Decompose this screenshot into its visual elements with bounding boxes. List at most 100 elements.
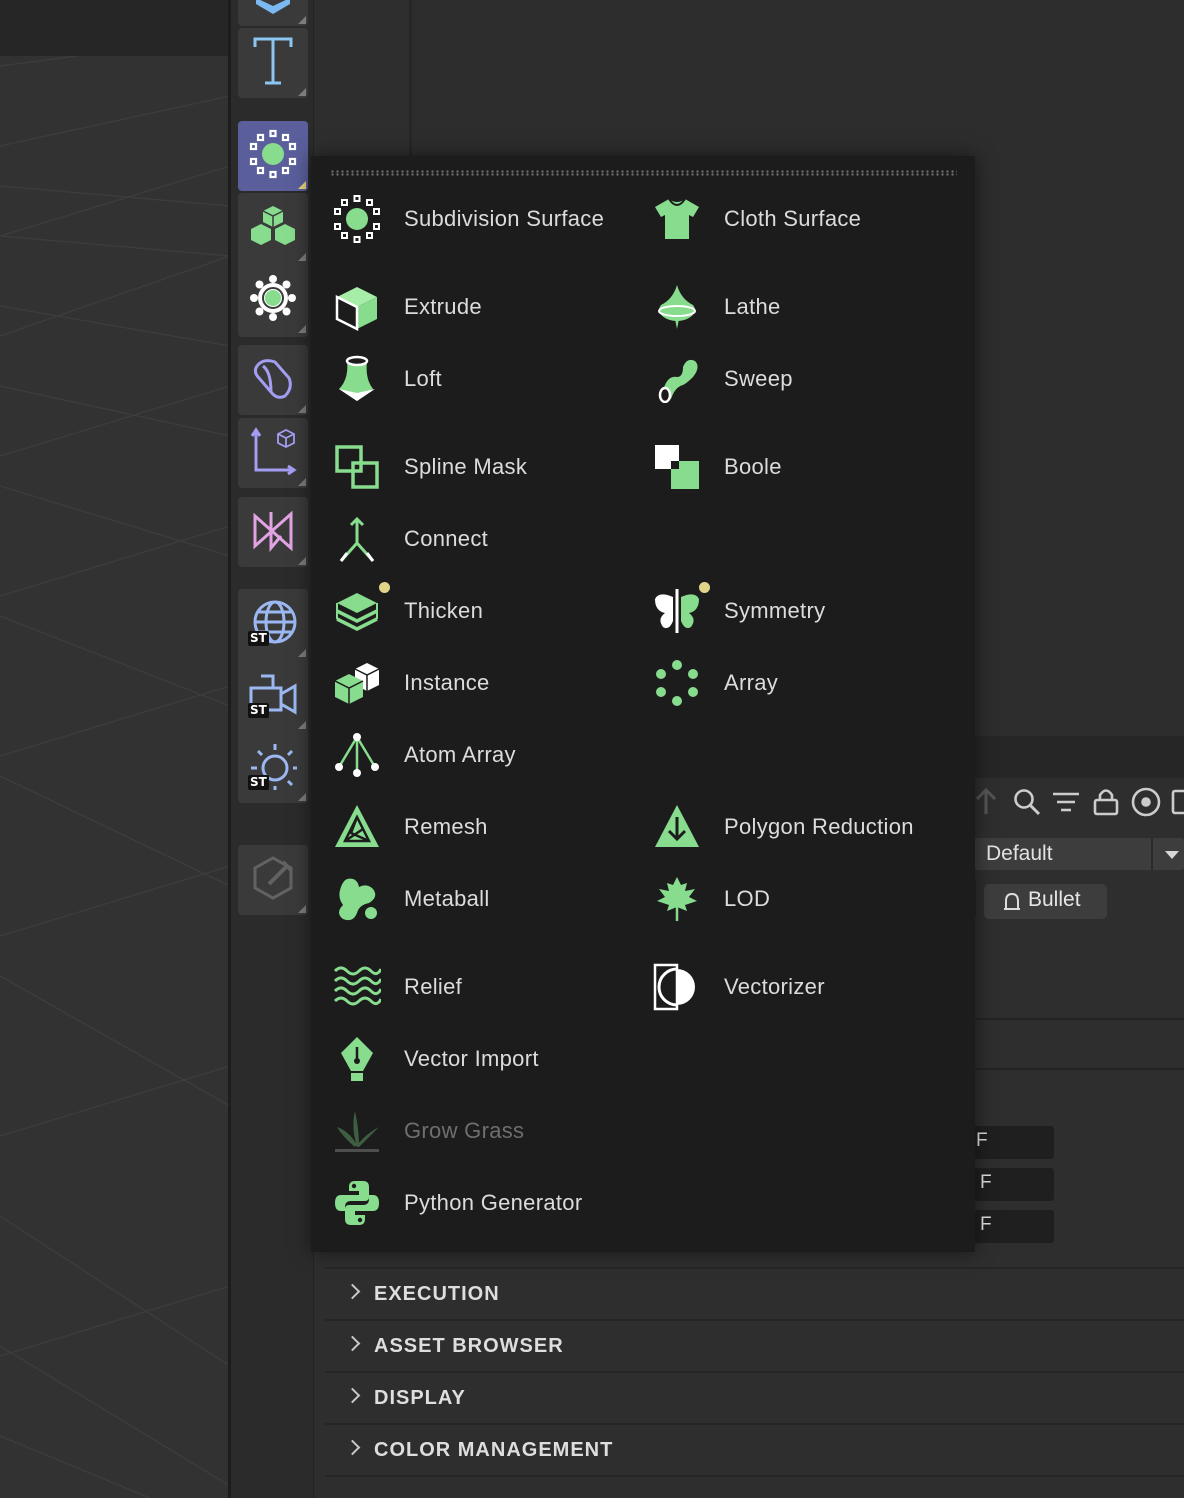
deformer-icon [249, 354, 297, 407]
f-field[interactable]: F [974, 1126, 1054, 1159]
menu-item-vector-import[interactable]: Vector Import [311, 1034, 631, 1084]
st-badge: ST [248, 631, 269, 646]
cube-icon [256, 0, 290, 21]
menu-item-lod[interactable]: LOD [631, 874, 951, 924]
st-badge: ST [248, 703, 269, 718]
grow-grass-icon [333, 1107, 381, 1155]
object-toolbar: ST ST ST [231, 0, 314, 1498]
menu-item-label: Subdivision Surface [404, 206, 605, 231]
section-execution[interactable]: EXECUTION [325, 1267, 1184, 1319]
toolbar-subdivision-surface-button[interactable] [238, 121, 308, 191]
attribute-toolbar [975, 784, 1184, 820]
bullet-tag[interactable]: Bullet [984, 884, 1107, 919]
toolbar-volume-button[interactable] [238, 497, 308, 567]
array-icon [653, 659, 701, 707]
lock-icon[interactable] [1093, 789, 1119, 816]
menu-item-metaball[interactable]: Metaball [311, 874, 631, 924]
target-icon[interactable] [1131, 787, 1161, 817]
menu-item-vectorizer[interactable]: Vectorizer [631, 962, 951, 1012]
search-icon[interactable] [1014, 789, 1041, 816]
section-display[interactable]: DISPLAY [325, 1371, 1184, 1423]
bell-icon [1002, 892, 1022, 917]
toolbar-cube-button[interactable] [238, 0, 308, 26]
menu-item-relief[interactable]: Relief [311, 962, 631, 1012]
lathe-icon [653, 283, 701, 331]
menu-item-label: Metaball [404, 886, 490, 911]
menu-item-lathe[interactable]: Lathe [631, 282, 951, 332]
toolbar-camera-button[interactable]: ST [238, 661, 308, 731]
menu-item-array[interactable]: Array [631, 658, 951, 708]
toolbar-edit-button[interactable] [238, 845, 308, 915]
menu-item-atom-array[interactable]: Atom Array [311, 730, 631, 780]
layer-dropdown[interactable]: Default [974, 838, 1184, 870]
effector-icon [249, 274, 297, 327]
divider [975, 1068, 1184, 1070]
f-field[interactable]: F [974, 1210, 1054, 1243]
menu-item-label: Symmetry [724, 598, 826, 623]
chevron-down-icon[interactable] [1165, 851, 1179, 859]
metaball-icon [333, 875, 381, 923]
f-field[interactable]: F [974, 1168, 1054, 1201]
menu-item-python-generator[interactable]: Python Generator [311, 1178, 631, 1228]
toolbar-field-button[interactable] [238, 418, 308, 488]
menu-item-spline-mask[interactable]: Spline Mask [311, 442, 631, 492]
section-label: COLOR MANAGEMENT [374, 1439, 614, 1461]
popup-drag-handle[interactable] [330, 170, 957, 176]
vectorizer-icon [653, 963, 701, 1011]
relief-icon [333, 963, 381, 1011]
symmetry-icon [653, 587, 701, 635]
menu-item-label: Polygon Reduction [724, 814, 914, 839]
filter-icon[interactable] [1053, 792, 1079, 812]
section-label: ASSET BROWSER [374, 1335, 564, 1357]
menu-item-loft[interactable]: Loft [311, 354, 631, 404]
toolbar-deformer-button[interactable] [238, 345, 308, 415]
toolbar-environment-button[interactable]: ST [238, 589, 308, 659]
menu-item-polygon-reduction[interactable]: Polygon Reduction [631, 802, 951, 852]
divider [975, 1018, 1184, 1020]
menu-item-label: Instance [404, 670, 490, 695]
edit-icon[interactable] [1171, 789, 1184, 815]
layer-dropdown-value: Default [986, 842, 1053, 865]
toolbar-cloner-button[interactable] [238, 193, 308, 263]
menu-item-label: Boole [724, 454, 782, 479]
viewport[interactable] [0, 0, 230, 1498]
menu-item-label: Array [724, 670, 779, 695]
new-feature-dot [379, 582, 390, 593]
menu-item-label: Sweep [724, 366, 793, 391]
chevron-right-icon [344, 1387, 361, 1404]
chevron-right-icon [344, 1439, 361, 1456]
menu-item-subdivision-surface[interactable]: Subdivision Surface [311, 194, 631, 244]
toolbar-light-button[interactable]: ST [238, 733, 308, 803]
new-feature-dot [699, 582, 710, 593]
f-field-value: F [976, 1130, 988, 1151]
menu-item-label: Remesh [404, 814, 488, 839]
edit-icon [249, 854, 297, 907]
menu-item-instance[interactable]: Instance [311, 658, 631, 708]
toolbar-text-button[interactable] [238, 28, 308, 98]
lod-icon [653, 875, 701, 923]
menu-item-label: LOD [724, 886, 771, 911]
extrude-icon [333, 283, 381, 331]
toolbar-effector-button[interactable] [238, 265, 308, 335]
menu-item-cloth-surface[interactable]: Cloth Surface [631, 194, 951, 244]
chevron-right-icon [344, 1283, 361, 1300]
vector-import-icon [333, 1035, 381, 1083]
menu-item-label: Vector Import [404, 1046, 539, 1071]
viewport-header [0, 0, 230, 56]
menu-item-connect[interactable]: Connect [311, 514, 631, 564]
menu-item-boole[interactable]: Boole [631, 442, 951, 492]
menu-item-extrude[interactable]: Extrude [311, 282, 631, 332]
menu-item-sweep[interactable]: Sweep [631, 354, 951, 404]
section-label: DISPLAY [374, 1387, 466, 1409]
menu-item-label: Lathe [724, 294, 781, 319]
menu-item-remesh[interactable]: Remesh [311, 802, 631, 852]
menu-item-thicken[interactable]: Thicken [311, 582, 631, 636]
menu-item-label: Cloth Surface [724, 206, 862, 231]
section-asset-browser[interactable]: ASSET BROWSER [325, 1319, 1184, 1371]
up-arrow-icon[interactable] [975, 787, 997, 814]
cloner-icon [249, 202, 297, 255]
menu-item-label: Connect [404, 526, 489, 551]
section-color-management[interactable]: COLOR MANAGEMENT [325, 1423, 1184, 1477]
field-icon [248, 426, 298, 481]
menu-item-symmetry[interactable]: Symmetry [631, 582, 951, 636]
